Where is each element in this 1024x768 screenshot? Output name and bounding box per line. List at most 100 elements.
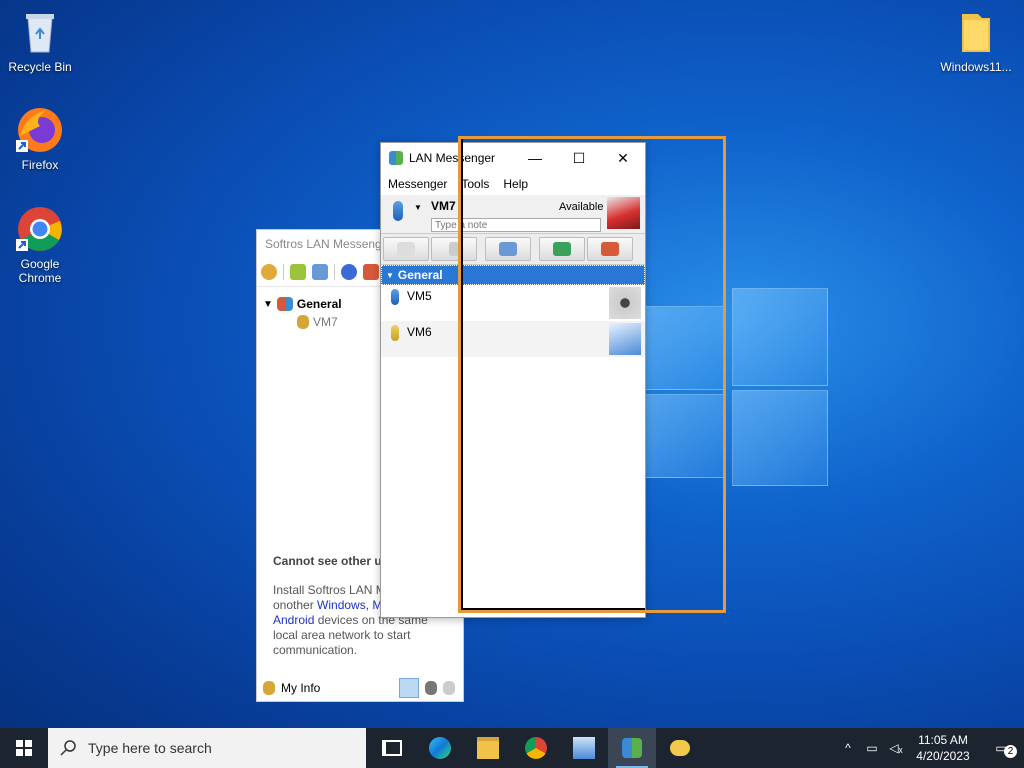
desktop-icon-label: Google Chrome xyxy=(18,257,62,285)
contact-avatar xyxy=(609,323,641,355)
task-view-icon xyxy=(382,740,402,756)
lan-titlebar[interactable]: LAN Messenger — ☐ ✕ xyxy=(381,143,645,173)
clock[interactable]: 11:05 AM 4/20/2023 xyxy=(908,732,978,764)
folder-icon xyxy=(952,8,1000,56)
minimize-button[interactable]: — xyxy=(513,143,557,173)
my-info-button[interactable]: My Info xyxy=(281,681,320,695)
desktop-icon-firefox[interactable]: Firefox xyxy=(0,106,80,172)
taskbar-file-explorer[interactable] xyxy=(464,728,512,768)
notifications-button[interactable]: ▭ 2 xyxy=(978,741,1024,758)
group-users-icon xyxy=(276,297,293,311)
taskbar-softros[interactable] xyxy=(560,728,608,768)
desktop-icon-recycle-bin[interactable]: Recycle Bin xyxy=(0,8,80,74)
windows-start-icon xyxy=(16,740,32,756)
speech-bubble-icon xyxy=(670,740,690,756)
info-heading: Cannot see other us xyxy=(273,554,389,568)
users-icon xyxy=(601,242,619,256)
user-away-icon xyxy=(391,325,399,341)
users-icon[interactable] xyxy=(363,264,379,280)
taskbar-chat-app[interactable] xyxy=(656,728,704,768)
settings-icon[interactable] xyxy=(261,264,277,280)
help-icon[interactable] xyxy=(341,264,357,280)
start-button[interactable] xyxy=(0,728,48,768)
softros-bottom-bar: My Info xyxy=(257,675,463,701)
note-input[interactable] xyxy=(431,218,601,232)
taskbar-lan-messenger[interactable] xyxy=(608,728,656,768)
close-button[interactable]: ✕ xyxy=(601,143,645,173)
task-view-button[interactable] xyxy=(368,728,416,768)
lan-window-title: LAN Messenger xyxy=(409,151,496,165)
lan-messenger-icon xyxy=(622,738,642,758)
softros-icon xyxy=(573,737,595,759)
file-explorer-icon xyxy=(477,737,499,759)
info-line: local area network to start xyxy=(273,628,411,642)
wallpaper-windows-logo xyxy=(640,288,828,486)
lan-user-panel: ▼ VM7 Available xyxy=(381,195,645,233)
status-offline-icon[interactable] xyxy=(443,681,455,695)
info-line: communication. xyxy=(273,643,358,657)
chevron-up-icon[interactable]: ^ xyxy=(836,741,860,755)
desktop-icon-label: Windows11... xyxy=(940,60,1012,74)
contact-group-general[interactable]: ▼ General xyxy=(381,265,645,285)
desktop-icon-label: Recycle Bin xyxy=(8,60,72,74)
group-button[interactable] xyxy=(587,237,633,261)
contact-row[interactable]: VM5 xyxy=(381,285,645,321)
lan-toolbar xyxy=(381,233,645,265)
contact-name: VM5 xyxy=(407,289,432,303)
user-avatar[interactable] xyxy=(607,197,640,229)
taskbar-chrome[interactable] xyxy=(512,728,560,768)
status-away-icon[interactable] xyxy=(425,681,437,695)
chevron-down-icon[interactable]: ▼ xyxy=(263,299,273,310)
attachment-icon xyxy=(449,242,459,256)
lan-messenger-window[interactable]: LAN Messenger — ☐ ✕ Messenger Tools Help… xyxy=(380,142,646,618)
user-name: VM7 xyxy=(431,199,456,213)
windows-link[interactable]: Windows, M xyxy=(317,598,382,612)
maximize-button[interactable]: ☐ xyxy=(557,143,601,173)
volume-muted-icon[interactable]: ◁ₓ xyxy=(884,741,908,755)
contact-row[interactable]: VM6 xyxy=(381,321,645,357)
taskbar-search[interactable]: Type here to search xyxy=(48,728,366,768)
desktop-icon-google-chrome[interactable]: Google Chrome xyxy=(0,205,80,285)
notes-icon[interactable] xyxy=(312,264,328,280)
user-status-icon[interactable] xyxy=(393,201,403,221)
android-link[interactable]: Android xyxy=(273,613,314,627)
notification-badge: 2 xyxy=(1004,745,1017,758)
group-label: General xyxy=(397,268,443,282)
network-icon[interactable]: ▭ xyxy=(860,741,884,755)
firefox-icon xyxy=(16,106,64,154)
my-info-icon xyxy=(263,681,275,695)
search-icon xyxy=(60,740,76,756)
tree-group-label: General xyxy=(296,297,342,311)
chat-icon xyxy=(397,242,415,256)
chevron-down-icon[interactable]: ▼ xyxy=(386,271,394,280)
taskbar: Type here to search ^ ▭ ◁ₓ 11:05 AM 4/20… xyxy=(0,728,1024,768)
send-file-button[interactable] xyxy=(431,237,477,261)
system-tray: ^ ▭ ◁ₓ 11:05 AM 4/20/2023 ▭ 2 xyxy=(836,728,1024,768)
chat-button[interactable] xyxy=(383,237,429,261)
search-placeholder: Type here to search xyxy=(88,740,212,756)
status-dropdown-chevron-icon[interactable]: ▼ xyxy=(414,203,422,212)
broadcast-button[interactable] xyxy=(485,237,531,261)
clock-date: 4/20/2023 xyxy=(916,749,970,763)
add-contact-button[interactable] xyxy=(539,237,585,261)
menu-tools[interactable]: Tools xyxy=(461,177,489,191)
resize-artifact-line xyxy=(459,608,645,612)
menu-help[interactable]: Help xyxy=(503,177,528,191)
taskbar-edge[interactable] xyxy=(416,728,464,768)
contact-avatar xyxy=(609,287,641,319)
contact-name: VM6 xyxy=(407,325,432,339)
user-status-icon xyxy=(391,289,399,305)
menu-messenger[interactable]: Messenger xyxy=(388,177,447,191)
open-folder-icon[interactable] xyxy=(290,264,306,280)
desktop-icon-windows11-folder[interactable]: Windows11... xyxy=(934,8,1018,74)
user-status[interactable]: Available xyxy=(559,201,603,213)
toolbar-separator xyxy=(283,264,284,280)
lan-messenger-app-icon xyxy=(389,151,403,165)
status-available-icon[interactable] xyxy=(399,678,419,698)
lan-menubar: Messenger Tools Help xyxy=(381,173,645,195)
toolbar-separator xyxy=(334,264,335,280)
clock-time: 11:05 AM xyxy=(918,733,968,747)
chrome-icon xyxy=(16,205,64,253)
user-icon xyxy=(297,315,309,329)
resize-artifact-line xyxy=(459,137,463,613)
